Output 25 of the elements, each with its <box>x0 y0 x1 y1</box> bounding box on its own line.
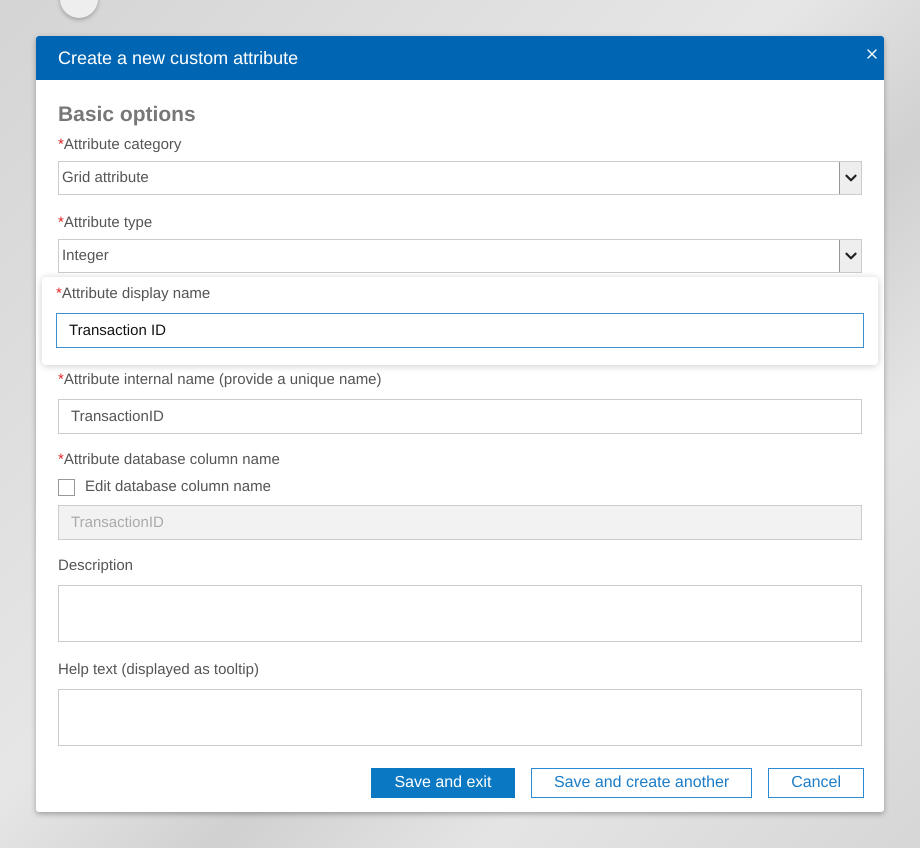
checkbox[interactable] <box>58 478 75 496</box>
dropdown-field[interactable]: Integer <box>58 239 862 273</box>
required-mark: * <box>56 284 62 304</box>
text-field[interactable]: TransactionID <box>58 399 862 434</box>
checkbox-label: Edit database column name <box>85 477 271 497</box>
text-area[interactable] <box>58 584 862 642</box>
field-label: Attribute type <box>64 213 152 233</box>
section-title: Basic options <box>58 103 197 127</box>
secondary-button[interactable]: Cancel <box>768 768 864 798</box>
dialog-title: Create a new custom attribute <box>58 46 298 70</box>
primary-button[interactable]: Save and exit <box>370 768 515 798</box>
required-mark: * <box>58 450 64 470</box>
field-label: Help text (displayed as tooltip) <box>58 660 259 680</box>
field-label: Attribute internal name (provide a unique name) <box>64 370 382 390</box>
text-field[interactable]: Transaction ID <box>56 313 864 348</box>
field-label: Description <box>58 556 134 576</box>
secondary-button[interactable]: Save and create another <box>530 768 752 798</box>
dropdown-field[interactable]: Grid attribute <box>58 161 862 195</box>
field-label: Attribute category <box>64 135 182 155</box>
text-area[interactable] <box>58 688 862 746</box>
required-mark: * <box>58 370 64 390</box>
field-label: Attribute database column name <box>64 450 280 470</box>
required-mark: * <box>58 213 64 233</box>
required-mark: * <box>58 135 64 155</box>
field-label: Attribute display name <box>62 284 210 304</box>
